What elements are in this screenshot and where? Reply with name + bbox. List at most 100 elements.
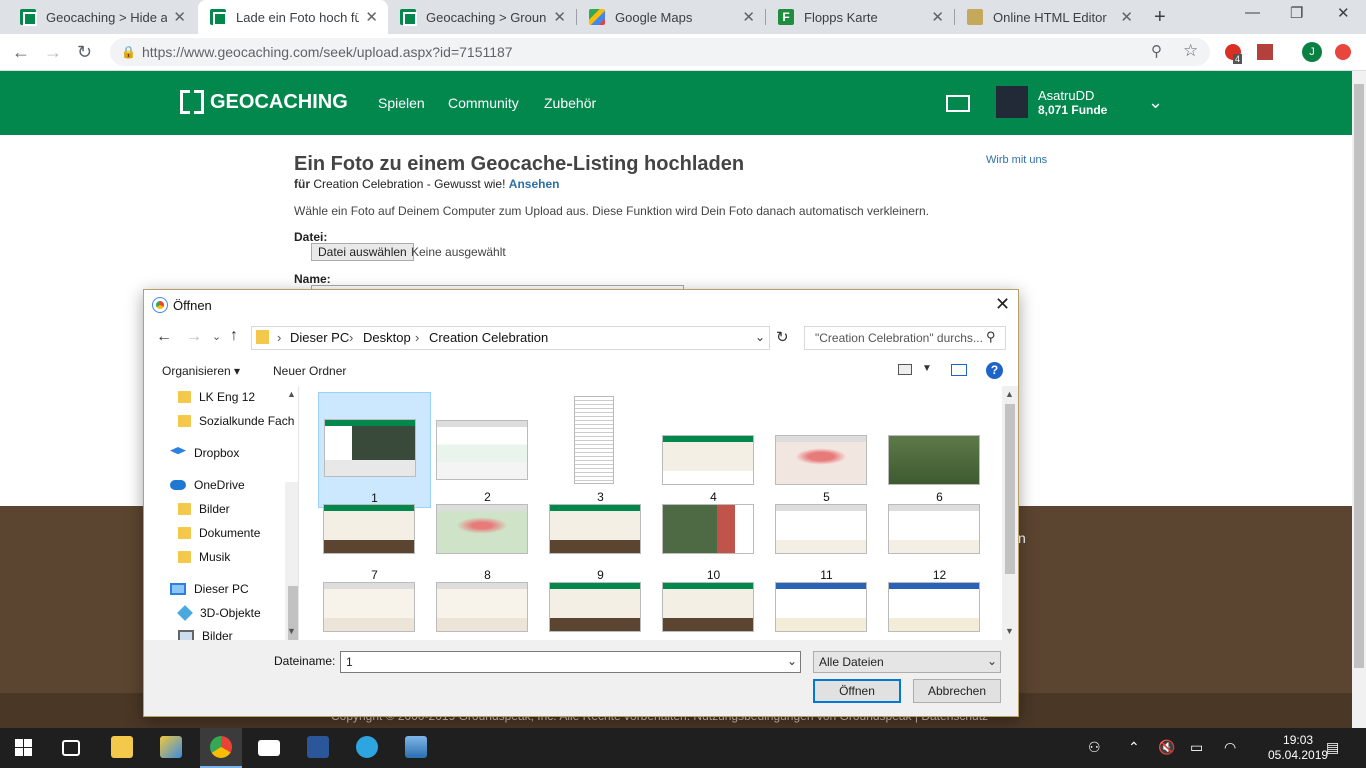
- new-folder-button[interactable]: Neuer Ordner: [273, 364, 346, 378]
- file-explorer-icon[interactable]: [111, 736, 133, 758]
- nav-folder-lk-eng-12[interactable]: LK Eng 12: [178, 390, 255, 404]
- nav-dieser-pc[interactable]: Dieser PC: [170, 582, 249, 596]
- file-item[interactable]: 15: [544, 548, 657, 640]
- back-arrow-icon[interactable]: ←: [156, 328, 172, 346]
- windows-start-icon[interactable]: [15, 739, 32, 756]
- profile-avatar[interactable]: J: [1302, 42, 1322, 62]
- tab-google-maps[interactable]: Google Maps ✕: [577, 0, 765, 34]
- tab-close-icon[interactable]: ✕: [742, 8, 755, 26]
- file-list-scrollbar-thumb[interactable]: [1005, 404, 1015, 574]
- photos-icon[interactable]: [405, 736, 427, 758]
- forward-arrow-icon[interactable]: →: [44, 42, 62, 63]
- nav-spielen[interactable]: Spielen: [378, 95, 425, 111]
- chevron-down-icon[interactable]: ⌄: [1148, 92, 1163, 113]
- tab-close-icon[interactable]: ✕: [1120, 8, 1133, 26]
- minimize-icon[interactable]: —: [1245, 4, 1260, 21]
- nav-onedrive[interactable]: OneDrive: [170, 478, 245, 492]
- show-hidden-icons-chevron-icon[interactable]: ⌃: [1128, 739, 1140, 756]
- breadcrumb-dieser-pc[interactable]: Dieser PC: [290, 330, 349, 345]
- organize-menu[interactable]: Organisieren ▾: [162, 364, 240, 378]
- mail-app-icon[interactable]: [258, 740, 280, 756]
- mail-icon[interactable]: [946, 95, 970, 112]
- back-arrow-icon[interactable]: ←: [12, 42, 30, 63]
- folder-icon: [178, 551, 191, 563]
- nav-3d-objekte[interactable]: 3D-Objekte: [177, 605, 261, 621]
- pdf-extension-icon[interactable]: [1257, 44, 1273, 60]
- recent-locations-chevron-icon[interactable]: ⌄: [212, 330, 221, 343]
- cancel-button[interactable]: Abbrechen: [913, 679, 1001, 703]
- up-arrow-icon[interactable]: ↑: [230, 327, 238, 345]
- system-clock[interactable]: 19:03 05.04.2019: [1268, 733, 1328, 763]
- forward-arrow-icon[interactable]: →: [186, 328, 202, 346]
- file-item[interactable]: 17: [770, 548, 883, 640]
- nav-folder-sozialkunde[interactable]: Sozialkunde Fach: [178, 414, 294, 428]
- breadcrumb-desktop[interactable]: Desktop: [363, 330, 411, 345]
- file-type-select[interactable]: Alle Dateien: [813, 651, 1001, 673]
- geocaching-logo[interactable]: GEOCACHING: [180, 90, 348, 114]
- dialog-close-icon[interactable]: ✕: [995, 294, 1010, 315]
- telegram-icon[interactable]: [356, 736, 378, 758]
- choose-file-button[interactable]: Datei auswählen: [311, 243, 414, 261]
- scroll-up-arrow-icon[interactable]: ▲: [287, 389, 296, 399]
- reload-icon[interactable]: ↻: [77, 42, 92, 63]
- zoom-icon[interactable]: ⚲: [1151, 42, 1162, 60]
- tab-title: Google Maps: [615, 9, 693, 25]
- filename-input[interactable]: 1: [340, 651, 801, 673]
- paint-icon[interactable]: [160, 736, 182, 758]
- nav-folder-musik[interactable]: Musik: [178, 550, 230, 564]
- tab-geocaching-hide[interactable]: Geocaching > Hide and ✕: [8, 0, 196, 34]
- nav-dropbox[interactable]: Dropbox: [170, 446, 239, 460]
- word-icon[interactable]: [307, 736, 329, 758]
- nav-folder-bilder[interactable]: Bilder: [178, 502, 230, 516]
- window-close-icon[interactable]: ✕: [1337, 4, 1350, 22]
- preview-pane-icon[interactable]: [951, 364, 967, 376]
- tab-close-icon[interactable]: ✕: [173, 8, 186, 26]
- nav-bilder-library[interactable]: Bilder: [178, 629, 233, 640]
- file-item[interactable]: 13: [318, 548, 431, 640]
- file-item[interactable]: 14: [431, 548, 544, 640]
- view-link[interactable]: Ansehen: [509, 177, 560, 191]
- help-icon[interactable]: ?: [986, 362, 1003, 379]
- chrome-icon: [210, 736, 232, 758]
- path-dropdown-chevron-icon[interactable]: ⌄: [755, 330, 765, 344]
- user-avatar[interactable]: [996, 86, 1028, 118]
- file-type-chevron-icon[interactable]: ⌄: [987, 654, 997, 668]
- url-text[interactable]: https://www.geocaching.com/seek/upload.a…: [142, 44, 513, 60]
- notification-center-icon[interactable]: ▤: [1326, 739, 1339, 756]
- page-scrollbar-thumb[interactable]: [1354, 84, 1364, 668]
- open-button[interactable]: Öffnen: [813, 679, 901, 703]
- nav-zubehoer[interactable]: Zubehör: [544, 95, 596, 111]
- new-tab-icon[interactable]: +: [1154, 6, 1166, 29]
- update-icon[interactable]: [1335, 44, 1351, 60]
- volume-muted-icon[interactable]: 🔇: [1158, 739, 1175, 756]
- wifi-icon[interactable]: ◠: [1224, 739, 1236, 756]
- view-options-icon[interactable]: [898, 364, 912, 375]
- people-icon[interactable]: ⚇: [1088, 739, 1101, 756]
- filename-dropdown-chevron-icon[interactable]: ⌄: [787, 654, 797, 668]
- restore-icon[interactable]: ❐: [1290, 4, 1303, 22]
- scroll-down-arrow-icon[interactable]: ▼: [287, 626, 296, 636]
- folder-search-input[interactable]: "Creation Celebration" durchs...: [804, 326, 1006, 350]
- tab-close-icon[interactable]: ✕: [931, 8, 944, 26]
- nav-folder-dokumente[interactable]: Dokumente: [178, 526, 260, 540]
- view-dropdown-chevron-icon[interactable]: ▼: [922, 363, 932, 374]
- tab-close-icon[interactable]: ✕: [553, 8, 566, 26]
- tab-geocaching-grounds[interactable]: Geocaching > Grounds ✕: [388, 0, 576, 34]
- bookmark-star-icon[interactable]: ☆: [1183, 41, 1198, 61]
- refresh-icon[interactable]: ↻: [776, 328, 789, 346]
- nav-community[interactable]: Community: [448, 95, 519, 111]
- logo-text: GEOCACHING: [210, 90, 348, 113]
- breadcrumb-creation-celebration[interactable]: Creation Celebration: [429, 330, 548, 345]
- task-view-icon[interactable]: [62, 740, 80, 756]
- scroll-up-arrow-icon[interactable]: ▲: [1005, 389, 1014, 399]
- file-item[interactable]: 18: [883, 548, 996, 640]
- battery-icon[interactable]: ▭: [1190, 739, 1203, 756]
- tab-close-icon[interactable]: ✕: [365, 8, 378, 26]
- username[interactable]: AsatruDD: [1038, 88, 1094, 103]
- tab-upload-photo[interactable]: Lade ein Foto hoch für ✕: [198, 0, 388, 34]
- tab-flopps-karte[interactable]: F Flopps Karte ✕: [766, 0, 954, 34]
- advertise-link[interactable]: Wirb mit uns: [986, 154, 1047, 166]
- tab-html-editor[interactable]: Online HTML Editor ✕: [955, 0, 1143, 34]
- scroll-down-arrow-icon[interactable]: ▼: [1005, 626, 1014, 636]
- file-item[interactable]: 16: [657, 548, 770, 640]
